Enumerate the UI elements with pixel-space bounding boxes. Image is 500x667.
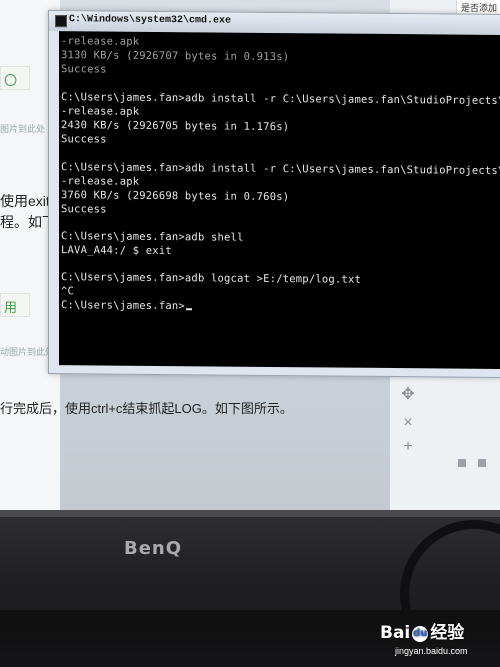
left-text-2: 使用exit <box>0 193 50 209</box>
cmd-app-icon <box>55 15 67 28</box>
baidu-watermark: Bai du 经验 <box>380 618 464 643</box>
console-prompt: C:\Users\james.fan> <box>61 299 185 313</box>
close-icon[interactable]: × <box>398 413 418 433</box>
console-line: Success <box>61 63 107 76</box>
wm-suffix: 经验 <box>430 623 465 643</box>
move-icon[interactable]: ✥ <box>398 385 418 405</box>
left-text-1: 图片到此处 <box>0 124 46 134</box>
green-button[interactable]: 〇 <box>0 66 30 90</box>
console-line: Success <box>61 203 107 216</box>
console-line: 2430 KB/s (2926705 bytes in 1.176s) <box>61 119 290 134</box>
console-line: C:\Users\james.fan>adb install -r C:\Use… <box>61 161 500 178</box>
baidu-paw-icon: du <box>412 626 429 642</box>
console-line: C:\Users\james.fan>adb install -r C:\Use… <box>61 91 500 108</box>
strip-icon-b <box>478 459 486 467</box>
use-button[interactable]: 用 <box>0 293 30 317</box>
console-line: 3130 KB/s (2926707 bytes in 0.913s) <box>61 49 290 64</box>
console-line: C:\Users\james.fan>adb logcat >E:/temp/l… <box>61 271 361 286</box>
console-line: -release.apk <box>61 175 140 188</box>
article-caption: 行完成后，使用ctrl+c结束抓起LOG。如下图所示。 <box>0 401 293 416</box>
cmd-title: C:\Windows\system32\cmd.exe <box>69 14 232 27</box>
console-line: ^C <box>61 285 75 298</box>
photo-frame: 〇 图片到此处 使用exit 程。如下 用 动图片到此处 是否添加 行完成后，使… <box>0 0 500 667</box>
wm-bai: Bai <box>380 623 411 643</box>
console-line: -release.apk <box>61 105 140 118</box>
monitor-brand-logo: BenQ <box>124 538 183 559</box>
strip-icons <box>458 459 486 467</box>
watermark-url: jingyan.baidu.com <box>395 646 468 656</box>
use-button-label: 用 <box>4 300 18 315</box>
text-cursor <box>185 308 192 311</box>
left-text-4: 动图片到此处 <box>0 347 55 357</box>
strip-icon-a <box>458 459 466 467</box>
console-line: 3760 KB/s (2926698 bytes in 0.760s) <box>61 189 290 204</box>
console-line: C:\Users\james.fan>adb shell <box>61 230 244 244</box>
console-line: LAVA_A44:/ $ exit <box>61 244 172 258</box>
console-line: -release.apk <box>61 35 140 48</box>
small-icons-strip <box>440 455 500 473</box>
add-icon[interactable]: + <box>398 437 418 457</box>
console-line: Success <box>61 133 107 146</box>
console-output[interactable]: -release.apk 3130 KB/s (2926707 bytes in… <box>59 31 500 369</box>
console-prompt-line: C:\Users\james.fan> <box>61 299 192 312</box>
cmd-window[interactable]: C:\Windows\system32\cmd.exe -release.apk… <box>48 10 500 378</box>
